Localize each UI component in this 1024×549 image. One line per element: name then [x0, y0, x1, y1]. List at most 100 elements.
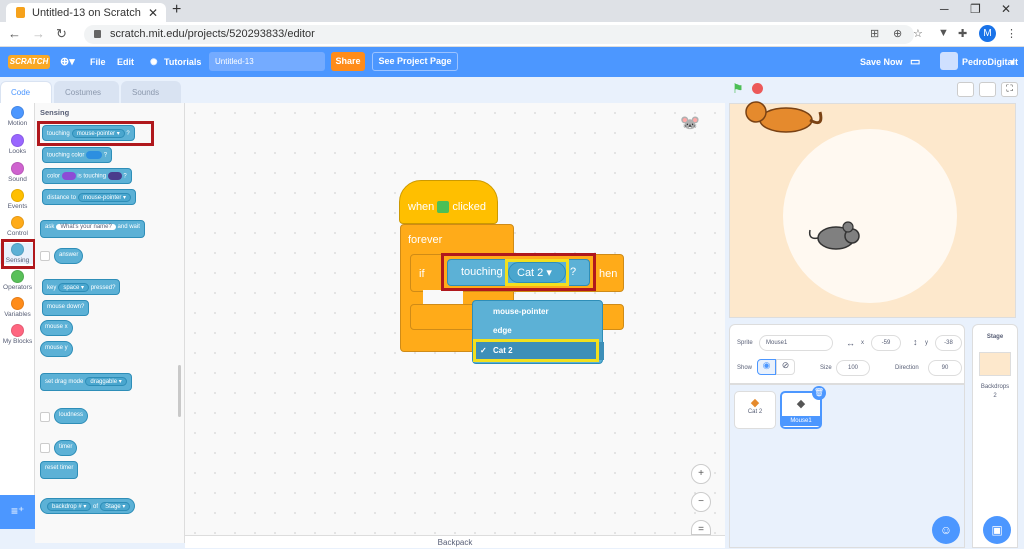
- zoom-in-button[interactable]: +: [691, 464, 711, 484]
- share-button[interactable]: Share: [331, 52, 365, 71]
- my-stuff-folder-icon[interactable]: ▭: [910, 55, 920, 68]
- project-title-input[interactable]: Untitled-13: [209, 52, 325, 71]
- dropdown-option-edge[interactable]: edge: [473, 322, 604, 340]
- sprite-name-input[interactable]: Mouse1: [759, 335, 833, 351]
- block-touching-color[interactable]: touching color ?: [42, 147, 113, 163]
- tab-costumes[interactable]: Costumes: [54, 81, 119, 103]
- category-motion[interactable]: Motion: [0, 106, 35, 127]
- user-avatar[interactable]: [940, 52, 958, 70]
- hide-eye-icon[interactable]: ⊘: [776, 359, 795, 375]
- when-flag-clicked-block[interactable]: when clicked: [399, 180, 498, 224]
- delete-sprite-trash-icon[interactable]: 🗑: [812, 386, 826, 400]
- window-close-icon[interactable]: ✕: [1001, 2, 1011, 16]
- backdrops-count: 2: [993, 393, 997, 399]
- new-tab-button[interactable]: +: [172, 1, 181, 19]
- scratch-logo[interactable]: SCRATCH: [8, 55, 50, 69]
- browser-menu-icon[interactable]: ⋮: [1006, 27, 1017, 40]
- color-swatch[interactable]: [61, 172, 76, 180]
- block-text: forever: [408, 234, 443, 246]
- forward-icon[interactable]: →: [32, 26, 45, 41]
- block-dropdown[interactable]: draggable ▾: [85, 377, 127, 386]
- ask-input[interactable]: What's your name?: [56, 224, 116, 230]
- stop-icon[interactable]: [752, 83, 763, 94]
- zoom-out-button[interactable]: −: [691, 492, 711, 512]
- account-chevron-down-icon[interactable]: ▾: [1010, 57, 1015, 68]
- green-flag-icon[interactable]: ⚑: [732, 81, 744, 97]
- browser-tab[interactable]: Untitled-13 on Scratch ✕: [6, 3, 166, 22]
- tab-code[interactable]: Code: [0, 81, 52, 103]
- fullscreen-icon[interactable]: ⛶: [1001, 82, 1018, 97]
- tutorials-menu[interactable]: Tutorials: [164, 57, 201, 67]
- size-input[interactable]: 100: [836, 360, 870, 376]
- block-timer[interactable]: timer: [54, 440, 78, 456]
- category-label: Motion: [7, 120, 28, 127]
- tab-costumes-label: Costumes: [65, 88, 102, 97]
- stage-backdrop-circle: [783, 129, 957, 303]
- category-variables[interactable]: Variables: [0, 297, 35, 318]
- choose-backdrop-button[interactable]: ▣: [983, 516, 1011, 544]
- tab-close-icon[interactable]: ✕: [148, 6, 158, 20]
- category-operators[interactable]: Operators: [0, 270, 35, 291]
- category-my-blocks[interactable]: My Blocks: [0, 324, 35, 345]
- zoom-icon[interactable]: ⊕: [893, 27, 902, 40]
- dropdown-option-mouse-pointer[interactable]: mouse-pointer: [473, 303, 604, 321]
- choose-sprite-button[interactable]: ☺: [932, 516, 960, 544]
- cat-add-icon: ☺: [939, 523, 953, 537]
- category-sound[interactable]: Sound: [0, 162, 35, 183]
- block-reset-timer[interactable]: reset timer: [40, 461, 79, 479]
- stage-selector-panel[interactable]: Stage Backdrops 2: [972, 324, 1018, 548]
- category-events[interactable]: Events: [0, 189, 35, 210]
- block-dropdown[interactable]: mouse-pointer ▾: [78, 193, 132, 202]
- zoom-reset-button[interactable]: =: [691, 520, 711, 535]
- minimize-icon[interactable]: ─: [940, 2, 949, 16]
- url-field[interactable]: scratch.mit.edu/projects/520293833/edito…: [84, 25, 914, 44]
- color-swatch[interactable]: [86, 151, 103, 159]
- see-project-page-button[interactable]: See Project Page: [372, 52, 458, 71]
- block-mouse-x[interactable]: mouse x: [40, 320, 73, 336]
- translate-icon[interactable]: ⊞: [870, 27, 879, 40]
- block-color-is-touching[interactable]: color is touching ?: [42, 168, 132, 184]
- back-icon[interactable]: ←: [8, 26, 21, 41]
- tab-sounds[interactable]: Sounds: [121, 81, 181, 103]
- profile-avatar[interactable]: M: [979, 25, 996, 42]
- block-mouse-y[interactable]: mouse y: [40, 341, 73, 357]
- loudness-checkbox[interactable]: [40, 412, 50, 422]
- category-looks[interactable]: Looks: [0, 134, 35, 155]
- reload-icon[interactable]: ↻: [56, 26, 67, 42]
- color-swatch[interactable]: [107, 172, 122, 180]
- backpack-bar[interactable]: Backpack: [185, 535, 725, 548]
- x-input[interactable]: -59: [871, 335, 901, 351]
- block-set-drag-mode[interactable]: set drag mode draggable ▾: [40, 373, 132, 391]
- block-distance-to[interactable]: distance to mouse-pointer ▾: [42, 189, 137, 205]
- block-answer[interactable]: answer: [54, 248, 84, 264]
- extension-icon[interactable]: ▼: [938, 27, 949, 39]
- palette-scrollbar[interactable]: [178, 365, 181, 417]
- block-mouse-down[interactable]: mouse down?: [42, 300, 90, 316]
- block-dropdown[interactable]: space ▾: [58, 283, 90, 292]
- cat-sprite[interactable]: [738, 98, 826, 138]
- block-dropdown[interactable]: Stage ▾: [100, 502, 131, 511]
- direction-input[interactable]: 90: [928, 360, 962, 376]
- block-key-pressed[interactable]: key space ▾ pressed?: [42, 279, 121, 295]
- file-menu[interactable]: File: [90, 57, 106, 67]
- block-dropdown[interactable]: backdrop # ▾: [47, 502, 92, 511]
- answer-checkbox[interactable]: [40, 251, 50, 261]
- restore-icon[interactable]: ❐: [970, 2, 981, 16]
- sprite-thumb-cat-2[interactable]: ◆ Cat 2: [734, 391, 776, 429]
- y-input[interactable]: -38: [935, 335, 962, 351]
- puzzle-icon[interactable]: ✚: [958, 27, 967, 40]
- add-extension-button[interactable]: ≡⁺: [0, 495, 35, 529]
- category-control[interactable]: Control: [0, 216, 35, 237]
- block-loudness[interactable]: loudness: [54, 408, 89, 424]
- edit-menu[interactable]: Edit: [117, 57, 134, 67]
- large-stage-icon[interactable]: [979, 82, 996, 97]
- timer-checkbox[interactable]: [40, 443, 50, 453]
- show-visible-eye-icon[interactable]: ◉: [757, 359, 776, 375]
- mouse-sprite[interactable]: [806, 218, 870, 256]
- save-now-button[interactable]: Save Now: [860, 57, 903, 67]
- block-backdrop-of-stage[interactable]: backdrop # ▾ of Stage ▾: [40, 498, 136, 514]
- bookmark-star-icon[interactable]: ☆: [913, 27, 923, 40]
- block-ask-and-wait[interactable]: ask What's your name? and wait: [40, 220, 145, 238]
- small-stage-icon[interactable]: [957, 82, 974, 97]
- language-globe-icon[interactable]: ⊕▾: [60, 55, 75, 68]
